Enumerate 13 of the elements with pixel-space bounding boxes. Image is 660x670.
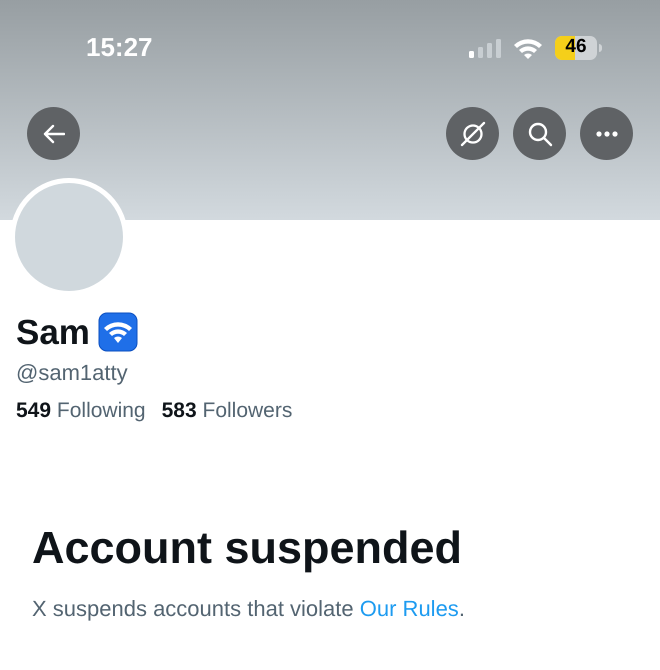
stat-link[interactable]: 549 Following [16,395,146,426]
suspended-message: X suspends accounts that violate Our Rules. [32,594,466,623]
stat-link[interactable]: 583 Followers [162,395,292,426]
slashed-circle-icon [460,120,486,146]
signal-icon [469,38,501,58]
search-icon [526,120,552,146]
more-icon [596,130,618,136]
status-time: 15:27 [86,31,152,64]
wifi-badge-icon [98,312,138,352]
back-arrow-icon [42,124,64,144]
profile-name: Sam [16,314,90,350]
wifi-icon [513,36,543,58]
profile-handle: @sam1atty [16,359,129,387]
